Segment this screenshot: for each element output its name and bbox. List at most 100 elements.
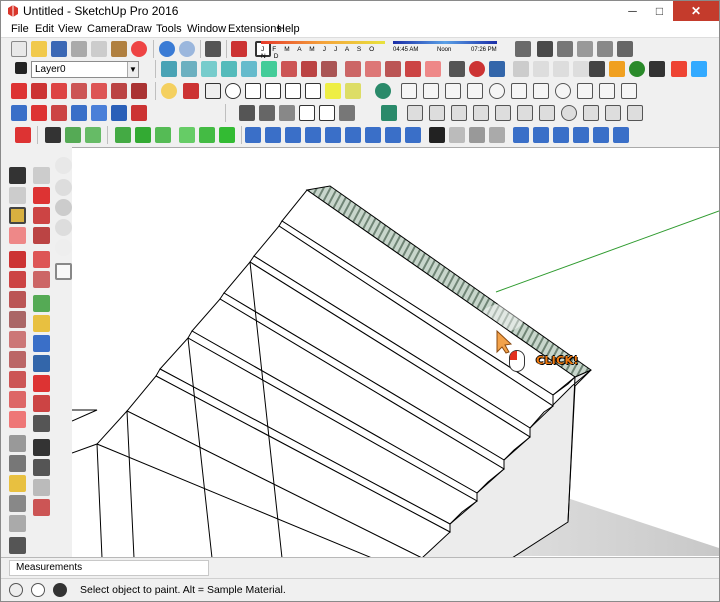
polygon-icon[interactable] bbox=[245, 83, 261, 99]
material-icon-3[interactable] bbox=[489, 127, 505, 143]
eye-tool-icon[interactable] bbox=[33, 439, 50, 456]
circle-icon[interactable] bbox=[225, 83, 241, 99]
solid-icon-3[interactable] bbox=[451, 105, 467, 121]
undo-view-tool-icon[interactable] bbox=[33, 479, 50, 496]
axes-icon[interactable] bbox=[11, 83, 27, 99]
grid-icon-5[interactable] bbox=[325, 127, 341, 143]
flip-icon[interactable] bbox=[131, 105, 147, 121]
menu-edit[interactable]: Edit bbox=[35, 23, 54, 35]
go-icon[interactable] bbox=[629, 61, 645, 77]
tape-tool-icon[interactable] bbox=[9, 435, 26, 452]
menu-camera[interactable]: Camera bbox=[87, 23, 126, 35]
pushpull-tool-icon[interactable] bbox=[9, 371, 26, 388]
new-file-icon[interactable] bbox=[11, 41, 27, 57]
style-tool-icon-4[interactable] bbox=[55, 239, 72, 256]
rotate-tool-icon[interactable] bbox=[9, 391, 26, 408]
home-icon[interactable] bbox=[319, 105, 335, 121]
geo-location-icon[interactable] bbox=[9, 583, 23, 597]
layout-icon[interactable] bbox=[649, 61, 665, 77]
style-icon-4[interactable] bbox=[365, 61, 381, 77]
section-plane-tool-icon[interactable] bbox=[33, 295, 50, 312]
circle-tool-icon[interactable] bbox=[9, 331, 26, 348]
grid-icon-7[interactable] bbox=[365, 127, 381, 143]
follow-me-icon[interactable] bbox=[325, 83, 341, 99]
orbit-tool-icon[interactable] bbox=[33, 187, 50, 204]
menu-window[interactable]: Window bbox=[187, 23, 226, 35]
section-cut-icon[interactable] bbox=[617, 41, 633, 57]
solid-icon-9[interactable] bbox=[583, 105, 599, 121]
shape-icon-1[interactable] bbox=[401, 83, 417, 99]
material-icon-2[interactable] bbox=[469, 127, 485, 143]
group-icon[interactable] bbox=[557, 41, 573, 57]
offset-icon[interactable] bbox=[345, 83, 361, 99]
model-viewport[interactable]: CLICK! bbox=[72, 147, 719, 557]
right-view-icon[interactable] bbox=[573, 61, 589, 77]
component-icon[interactable] bbox=[537, 41, 553, 57]
monochrome-icon[interactable] bbox=[281, 61, 297, 77]
xray-icon[interactable] bbox=[161, 61, 177, 77]
protractor-icon[interactable] bbox=[15, 127, 31, 143]
lasso-tool-icon[interactable] bbox=[33, 167, 50, 184]
position-camera-icon[interactable] bbox=[489, 61, 505, 77]
look-tool-icon[interactable] bbox=[33, 375, 50, 392]
shape-icon-2[interactable] bbox=[423, 83, 439, 99]
arc-icon[interactable] bbox=[265, 83, 281, 99]
scale-icon[interactable] bbox=[111, 105, 127, 121]
warehouse-icon[interactable] bbox=[375, 83, 391, 99]
redo-icon[interactable] bbox=[179, 41, 195, 57]
sandbox-icon-6[interactable] bbox=[131, 83, 147, 99]
footprint-tool-icon[interactable] bbox=[33, 415, 50, 432]
axes-tool-icon[interactable] bbox=[9, 515, 26, 532]
scale-tool-icon[interactable] bbox=[33, 315, 50, 332]
shape-icon-11[interactable] bbox=[621, 83, 637, 99]
grid-icon-4[interactable] bbox=[305, 127, 321, 143]
camera-icon[interactable] bbox=[339, 105, 355, 121]
solid-icon-2[interactable] bbox=[429, 105, 445, 121]
close-button[interactable]: ✕ bbox=[673, 1, 719, 21]
style-tool-icon-3[interactable] bbox=[55, 219, 72, 236]
pan-tool-icon[interactable] bbox=[33, 207, 50, 224]
cut-icon[interactable] bbox=[71, 41, 87, 57]
back-view-icon[interactable] bbox=[589, 61, 605, 77]
model-info-icon[interactable] bbox=[231, 41, 247, 57]
shadow-tool-icon[interactable] bbox=[55, 157, 72, 174]
erase-icon[interactable] bbox=[131, 41, 147, 57]
grid-icon-13[interactable] bbox=[573, 127, 589, 143]
walk-tool-icon[interactable] bbox=[33, 355, 50, 372]
shape-icon-4[interactable] bbox=[467, 83, 483, 99]
style-tool-icon-2[interactable] bbox=[55, 199, 72, 216]
polygon-tool-icon[interactable] bbox=[9, 311, 26, 328]
back-edges-icon[interactable] bbox=[181, 61, 197, 77]
3d-text-tool-icon[interactable] bbox=[9, 537, 26, 554]
ruby-icon[interactable] bbox=[671, 61, 687, 77]
position-icon[interactable] bbox=[279, 105, 295, 121]
pie-icon[interactable] bbox=[285, 83, 301, 99]
shape-icon-6[interactable] bbox=[511, 83, 527, 99]
solid-icon-4[interactable] bbox=[473, 105, 489, 121]
component-tool-icon[interactable] bbox=[9, 187, 26, 204]
align-icon-4[interactable] bbox=[179, 127, 195, 143]
shape-icon-10[interactable] bbox=[599, 83, 615, 99]
wireframe-icon[interactable] bbox=[201, 61, 217, 77]
select-arrow-icon[interactable] bbox=[45, 127, 61, 143]
print-icon[interactable] bbox=[205, 41, 221, 57]
style-icon-3[interactable] bbox=[345, 61, 361, 77]
material-icon-1[interactable] bbox=[449, 127, 465, 143]
copy-icon[interactable] bbox=[91, 41, 107, 57]
dynamic-component-icon[interactable] bbox=[31, 105, 47, 121]
grid-icon-6[interactable] bbox=[345, 127, 361, 143]
grid-icon-3[interactable] bbox=[285, 127, 301, 143]
shape-icon-3[interactable] bbox=[445, 83, 461, 99]
line-tool-icon[interactable] bbox=[9, 251, 26, 268]
grid-icon-12[interactable] bbox=[553, 127, 569, 143]
pencil-icon[interactable] bbox=[183, 83, 199, 99]
maximize-button[interactable]: □ bbox=[646, 1, 673, 21]
top-view-icon[interactable] bbox=[533, 61, 549, 77]
component-open-icon[interactable] bbox=[85, 127, 101, 143]
house-icon[interactable] bbox=[299, 105, 315, 121]
extension-warehouse-icon[interactable] bbox=[609, 61, 625, 77]
measurements-box[interactable]: Measurements bbox=[9, 560, 209, 576]
layer-manager-icon[interactable] bbox=[381, 105, 397, 121]
save-icon[interactable] bbox=[51, 41, 67, 57]
solid-icon-10[interactable] bbox=[605, 105, 621, 121]
